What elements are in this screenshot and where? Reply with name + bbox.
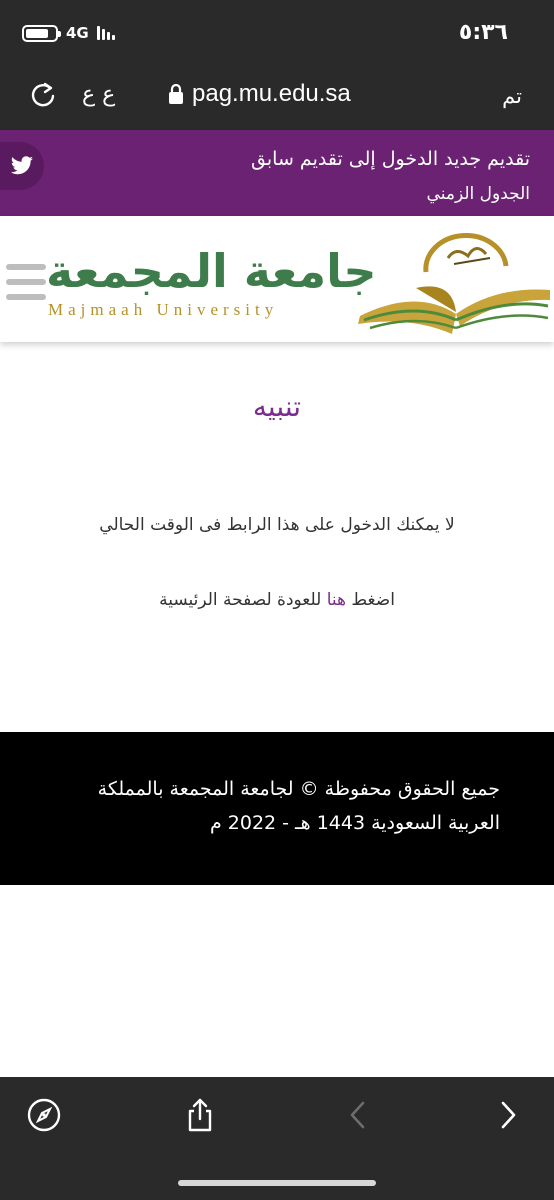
address-bar[interactable]: pag.mu.edu.sa xyxy=(168,80,351,108)
browser-bar: ع ع pag.mu.edu.sa تم xyxy=(0,64,554,130)
notice-back-line: اضغط هنا للعودة لصفحة الرئيسية xyxy=(0,590,554,610)
done-button[interactable]: تم xyxy=(502,84,522,108)
battery-icon xyxy=(22,24,61,42)
back-arrow-icon[interactable] xyxy=(340,1097,376,1133)
twitter-button[interactable] xyxy=(0,142,44,190)
hamburger-menu-icon[interactable] xyxy=(6,264,46,300)
share-icon[interactable] xyxy=(182,1097,218,1133)
compass-icon[interactable] xyxy=(26,1097,62,1133)
nav-link-schedule[interactable]: الجدول الزمني xyxy=(427,184,530,204)
top-nav: تقديم جديد الدخول إلى تقديم سابق الجدول … xyxy=(0,130,554,216)
network-type: 4G xyxy=(66,24,89,42)
url-text: pag.mu.edu.sa xyxy=(192,80,351,107)
back-prefix: اضغط xyxy=(351,590,395,610)
status-time: ٥:٣٦ xyxy=(458,20,508,45)
logo-arabic-text: جامعة المجمعة xyxy=(46,244,377,298)
footer: جميع الحقوق محفوظة © لجامعة المجمعة بالم… xyxy=(0,732,554,885)
footer-copyright-line2: العربية السعودية 1443 هـ - 2022 م xyxy=(209,812,500,834)
back-home-link[interactable]: هنا xyxy=(327,590,346,610)
book-logo-icon xyxy=(358,233,550,334)
text-size-button[interactable]: ع ع xyxy=(82,82,115,107)
status-left: 4G xyxy=(22,24,115,42)
forward-arrow-icon[interactable] xyxy=(490,1097,526,1133)
logo-english-text: Majmaah University xyxy=(48,300,279,319)
twitter-icon xyxy=(10,156,33,175)
back-suffix: للعودة لصفحة الرئيسية xyxy=(159,590,322,610)
reload-icon[interactable] xyxy=(28,80,58,110)
notice-title: تنبيه xyxy=(252,390,302,423)
nav-links-primary[interactable]: تقديم جديد الدخول إلى تقديم سابق xyxy=(251,148,530,170)
logo-header: جامعة المجمعة Majmaah University xyxy=(0,216,554,342)
home-indicator xyxy=(178,1180,376,1186)
notice-message: لا يمكنك الدخول على هذا الرابط فى الوقت … xyxy=(99,515,455,535)
status-bar: 4G ٥:٣٦ xyxy=(0,0,554,64)
signal-icon xyxy=(96,26,115,40)
footer-copyright-line1: جميع الحقوق محفوظة © لجامعة المجمعة بالم… xyxy=(97,778,500,800)
lock-icon xyxy=(169,83,183,104)
